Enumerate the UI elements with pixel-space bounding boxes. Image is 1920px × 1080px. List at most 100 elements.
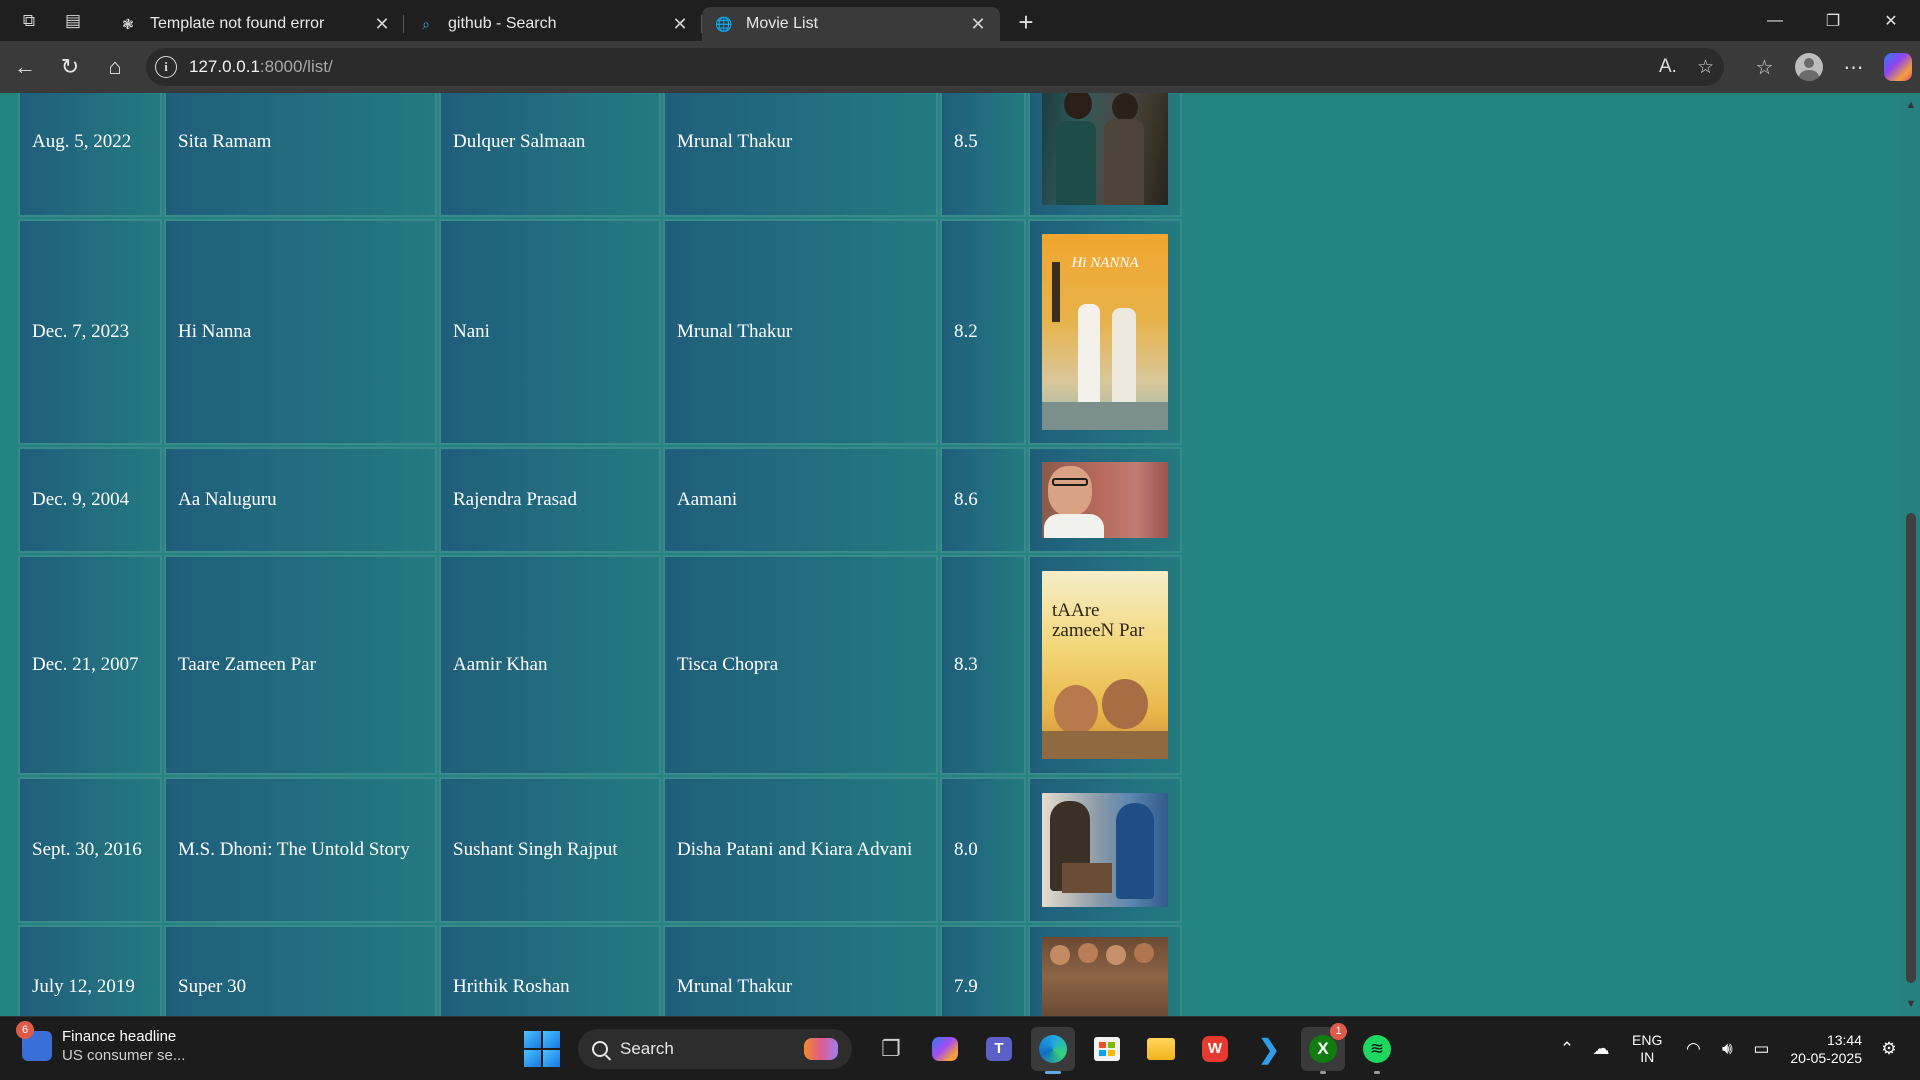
globe-icon: 🌐 xyxy=(715,15,733,32)
clock[interactable]: 13:44 20-05-2025 xyxy=(1790,1031,1862,1067)
vscode-icon[interactable]: ❯ xyxy=(1247,1027,1291,1071)
poster-cell: tAAre zameeN Par xyxy=(1028,555,1182,775)
toolbar-right: ☆ ⋯ xyxy=(1742,41,1920,93)
address-bar[interactable]: i 127.0.0.1:8000/list/ A. ☆ xyxy=(146,48,1724,86)
tab-title: Template not found error xyxy=(150,15,325,32)
close-tab-icon[interactable]: ✕ xyxy=(372,14,392,35)
scroll-down-arrow-icon[interactable]: ▼ xyxy=(1905,998,1917,1010)
search-highlight-icon xyxy=(804,1038,838,1060)
workspaces-icon[interactable]: ⧉ xyxy=(14,6,44,36)
tab-github-search[interactable]: ⌕ github - Search ✕ xyxy=(404,7,702,41)
site-info-icon[interactable]: i xyxy=(155,56,177,78)
release-date-cell: Dec. 7, 2023 xyxy=(18,219,162,445)
browser-toolbar: ← ↻ ⌂ i 127.0.0.1:8000/list/ A. ☆ ☆ ⋯ xyxy=(0,41,1920,93)
release-date-cell: Dec. 9, 2004 xyxy=(18,447,162,553)
poster-title: Hi NANNA xyxy=(1071,255,1139,271)
system-tray: ⌃ ☁ ENG IN ◠ 🔊︎ ▭ 13:44 20-05-2025 ⚙ xyxy=(1550,1025,1906,1073)
new-tab-button[interactable]: + xyxy=(1006,6,1046,40)
profile-avatar[interactable] xyxy=(1795,53,1823,81)
language-code: ENG xyxy=(1632,1032,1663,1048)
volume-icon[interactable]: 🔊︎ xyxy=(1713,1039,1741,1059)
restore-icon[interactable]: ❐ xyxy=(1804,0,1862,41)
address-bar-actions: A. ☆ xyxy=(1659,48,1714,86)
xbox-icon[interactable]: X1 xyxy=(1301,1023,1347,1074)
poster-cell xyxy=(1028,777,1182,923)
scrollbar[interactable]: ▲ ▼ xyxy=(1902,93,1920,1016)
vertical-tabs-icon[interactable]: ▤ xyxy=(58,6,88,36)
actor-cell: Hrithik Roshan xyxy=(439,925,661,1016)
edge-icon[interactable] xyxy=(1031,1027,1075,1074)
favorites-icon[interactable]: ☆ xyxy=(1742,55,1787,80)
news-text: Finance headline US consumer se... xyxy=(62,1027,185,1065)
news-headline: Finance headline xyxy=(62,1028,177,1045)
wifi-icon[interactable]: ◠ xyxy=(1679,1039,1707,1059)
region-code: IN xyxy=(1640,1049,1655,1065)
file-explorer-icon[interactable] xyxy=(1139,1027,1183,1071)
taskbar-search[interactable]: Search xyxy=(578,1029,852,1069)
read-aloud-icon[interactable]: A. xyxy=(1659,56,1677,78)
favorite-star-icon[interactable]: ☆ xyxy=(1697,56,1714,79)
news-widget[interactable]: 6 Finance headline US consumer se... xyxy=(16,1021,185,1065)
rating-cell: 8.2 xyxy=(940,219,1026,445)
spotify-icon[interactable]: ≋ xyxy=(1355,1027,1399,1074)
close-tab-icon[interactable]: ✕ xyxy=(670,14,690,35)
scrollbar-thumb[interactable] xyxy=(1906,513,1916,983)
battery-icon[interactable]: ▭ xyxy=(1747,1039,1775,1059)
tab-template-error[interactable]: ❃ Template not found error ✕ xyxy=(106,7,404,41)
table-row: Dec. 9, 2004 Aa Naluguru Rajendra Prasad… xyxy=(18,447,1182,553)
chevron-up-icon[interactable]: ⌃ xyxy=(1553,1039,1581,1059)
clock-time: 13:44 xyxy=(1826,1032,1862,1048)
release-date-cell: Sept. 30, 2016 xyxy=(18,777,162,923)
task-view-icon[interactable]: ❐ xyxy=(869,1027,913,1071)
minimize-icon[interactable]: — xyxy=(1746,0,1804,41)
tab-movie-list[interactable]: 🌐 Movie List ✕ xyxy=(702,7,1000,41)
close-window-icon[interactable]: ✕ xyxy=(1862,0,1920,41)
table-row: July 12, 2019 Super 30 Hrithik Roshan Mr… xyxy=(18,925,1182,1016)
actress-cell: Mrunal Thakur xyxy=(663,219,938,445)
release-date-cell: July 12, 2019 xyxy=(18,925,162,1016)
start-button[interactable] xyxy=(524,1031,560,1067)
microsoft-store-icon[interactable] xyxy=(1085,1027,1129,1071)
page-viewport: Aug. 5, 2022 Sita Ramam Dulquer Salmaan … xyxy=(0,93,1920,1016)
more-menu-icon[interactable]: ⋯ xyxy=(1831,55,1876,80)
url-text[interactable]: 127.0.0.1:8000/list/ xyxy=(189,57,333,77)
wps-office-icon[interactable]: W xyxy=(1193,1027,1237,1071)
rating-cell: 7.9 xyxy=(940,925,1026,1016)
actress-cell: Mrunal Thakur xyxy=(663,925,938,1016)
home-icon[interactable]: ⌂ xyxy=(95,47,135,87)
taskbar-search-label: Search xyxy=(620,1039,674,1058)
actor-cell: Rajendra Prasad xyxy=(439,447,661,553)
refresh-icon[interactable]: ↻ xyxy=(50,47,90,87)
title-cell: Taare Zameen Par xyxy=(164,555,437,775)
table-row: Dec. 7, 2023 Hi Nanna Nani Mrunal Thakur… xyxy=(18,219,1182,445)
actor-cell: Aamir Khan xyxy=(439,555,661,775)
notifications-icon[interactable]: ⚙ xyxy=(1875,1039,1903,1059)
news-subline: US consumer se... xyxy=(62,1047,186,1064)
title-cell: M.S. Dhoni: The Untold Story xyxy=(164,777,437,923)
rating-cell: 8.3 xyxy=(940,555,1026,775)
rating-cell: 8.6 xyxy=(940,447,1026,553)
poster-title: tAAre zameeN Par xyxy=(1052,600,1145,641)
actress-cell: Tisca Chopra xyxy=(663,555,938,775)
onedrive-icon[interactable]: ☁ xyxy=(1587,1039,1615,1059)
teams-icon[interactable]: T xyxy=(977,1027,1021,1071)
widgets-badge: 6 xyxy=(16,1021,34,1039)
search-icon xyxy=(592,1041,608,1057)
movie-table: Aug. 5, 2022 Sita Ramam Dulquer Salmaan … xyxy=(16,93,1184,1016)
back-icon[interactable]: ← xyxy=(5,47,45,87)
title-cell: Super 30 xyxy=(164,925,437,1016)
openai-icon: ❃ xyxy=(122,15,134,32)
poster-cell: Hi NANNA xyxy=(1028,219,1182,445)
poster-image: tAAre zameeN Par xyxy=(1042,571,1168,759)
close-tab-icon[interactable]: ✕ xyxy=(968,14,988,35)
input-language[interactable]: ENG IN xyxy=(1632,1032,1662,1066)
copilot-app-icon[interactable] xyxy=(923,1027,967,1071)
scroll-up-arrow-icon[interactable]: ▲ xyxy=(1905,99,1917,111)
poster-cell xyxy=(1028,925,1182,1016)
table-row: Sept. 30, 2016 M.S. Dhoni: The Untold St… xyxy=(18,777,1182,923)
copilot-icon[interactable] xyxy=(1884,53,1912,81)
poster-image xyxy=(1042,93,1168,205)
title-cell: Aa Naluguru xyxy=(164,447,437,553)
xbox-badge: 1 xyxy=(1330,1023,1347,1040)
poster-image xyxy=(1042,462,1168,538)
